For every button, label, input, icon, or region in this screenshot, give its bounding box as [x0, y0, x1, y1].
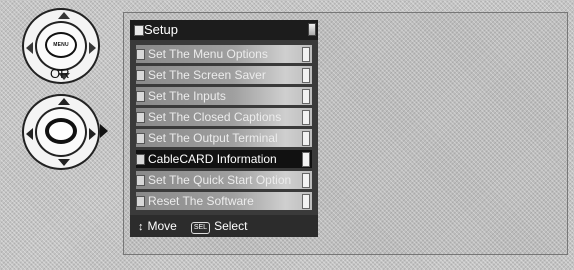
menu-item-label: Set The Inputs — [148, 89, 226, 103]
item-bullet-icon — [136, 70, 145, 81]
menu-item-screen-saver[interactable]: Set The Screen Saver — [136, 66, 312, 84]
item-end-cap-icon — [302, 110, 310, 125]
enter-key-icon — [45, 118, 77, 144]
item-bullet-icon — [136, 175, 145, 186]
menu-item-label: Set The Output Terminal — [148, 131, 278, 145]
item-bullet-icon — [136, 91, 145, 102]
press-right-arrow-icon — [100, 124, 108, 138]
menu-item-reset-software[interactable]: Reset The Software — [136, 192, 312, 210]
dpad-right-arrow-icon — [89, 128, 96, 140]
dpad-up-arrow-icon — [58, 98, 70, 105]
sel-key-icon: SEL — [190, 222, 211, 234]
item-bullet-icon — [136, 154, 145, 165]
item-end-cap-icon — [302, 194, 310, 209]
menu-item-label: Reset The Software — [148, 194, 254, 208]
move-arrows-icon: ↕ — [138, 221, 144, 233]
osd-panel: Setup Set The Menu Options Set The Scree… — [123, 12, 568, 255]
menu-title-bar: Setup — [130, 20, 318, 40]
select-hint-label: Select — [214, 219, 248, 233]
menu-item-cablecard-information[interactable]: CableCARD Information — [136, 150, 312, 168]
menu-item-label: Set The Menu Options — [148, 47, 268, 61]
menu-item-output-terminal[interactable]: Set The Output Terminal — [136, 129, 312, 147]
menu-item-quick-start-option[interactable]: Set The Quick Start Option — [136, 171, 312, 189]
menu-item-label: Set The Screen Saver — [148, 68, 266, 82]
item-bullet-icon — [136, 112, 145, 123]
item-end-cap-icon — [302, 152, 310, 167]
title-end-cap-icon — [308, 23, 316, 36]
screen-background: MENU OR Setup Set The Menu Options Set T… — [0, 0, 574, 270]
remote-illustration: MENU OR — [6, 0, 116, 270]
item-end-cap-icon — [302, 89, 310, 104]
item-bullet-icon — [136, 133, 145, 144]
menu-item-label: Set The Quick Start Option — [148, 173, 292, 187]
item-end-cap-icon — [302, 173, 310, 188]
menu-item-closed-captions[interactable]: Set The Closed Captions — [136, 108, 312, 126]
menu-item-menu-options[interactable]: Set The Menu Options — [136, 45, 312, 63]
dpad-up-arrow-icon — [58, 12, 70, 19]
menu-key-label: MENU — [45, 32, 77, 58]
menu-item-list: Set The Menu Options Set The Screen Save… — [130, 40, 318, 215]
item-end-cap-icon — [302, 131, 310, 146]
menu-item-inputs[interactable]: Set The Inputs — [136, 87, 312, 105]
dpad-left-arrow-icon — [26, 42, 33, 54]
menu-title: Setup — [144, 22, 178, 37]
dpad-right-arrow-icon — [89, 42, 96, 54]
item-bullet-icon — [136, 196, 145, 207]
menu-item-label: CableCARD Information — [148, 152, 277, 166]
title-bullet-icon — [134, 25, 144, 36]
remote-enter-dpad — [22, 94, 100, 170]
item-bullet-icon — [136, 49, 145, 60]
dpad-down-arrow-icon — [58, 159, 70, 166]
setup-menu: Setup Set The Menu Options Set The Scree… — [130, 20, 318, 237]
or-label: OR — [50, 66, 70, 81]
dpad-left-arrow-icon — [26, 128, 33, 140]
item-end-cap-icon — [302, 68, 310, 83]
move-hint-label: Move — [147, 219, 177, 233]
menu-item-label: Set The Closed Captions — [148, 110, 282, 124]
item-end-cap-icon — [302, 47, 310, 62]
menu-footer-hint: ↕ Move SEL Select — [130, 215, 318, 237]
